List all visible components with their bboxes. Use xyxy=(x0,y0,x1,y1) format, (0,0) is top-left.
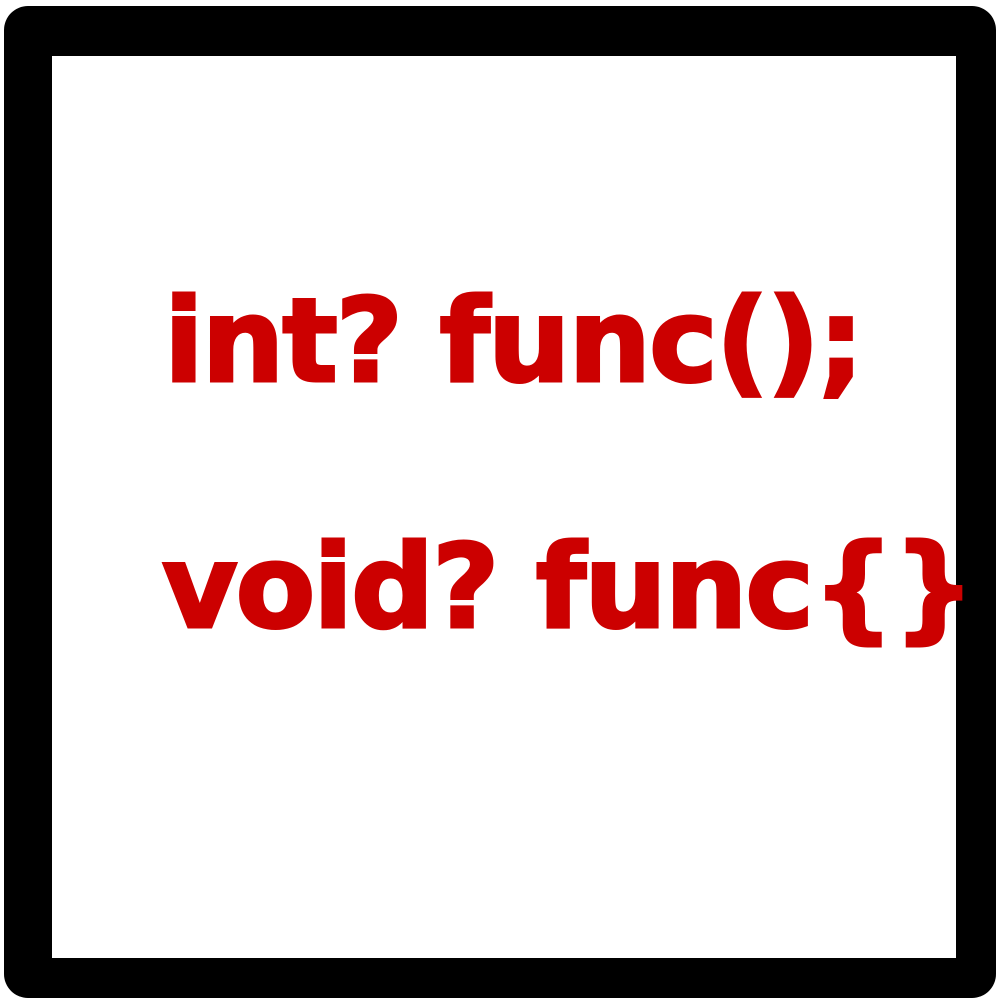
black-border-frame: int? func(); void? func{} xyxy=(4,6,996,998)
handwritten-line-2: void? func{} xyxy=(160,520,976,655)
drawing-canvas: int? func(); void? func{} xyxy=(52,56,977,958)
handwritten-line-1: int? func(); xyxy=(162,274,865,409)
